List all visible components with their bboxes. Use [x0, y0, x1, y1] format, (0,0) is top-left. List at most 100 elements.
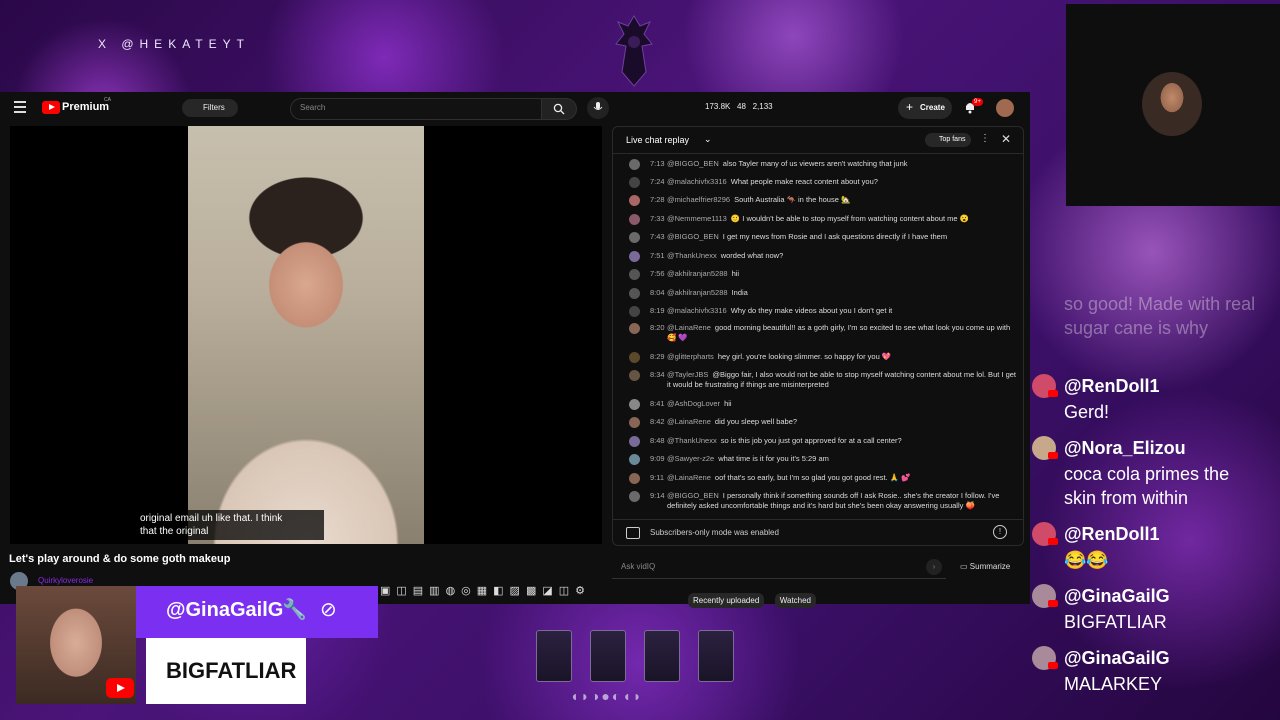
chat-author[interactable]: @malachivfx3316: [667, 306, 727, 315]
stream-chat-username: @GinaGailG: [1064, 648, 1170, 668]
chat-text: what time is it for you it's 5:29 am: [718, 454, 829, 463]
chat-timestamp: 8:04: [650, 288, 665, 297]
stream-chat-username: @RenDoll1: [1064, 376, 1160, 396]
chat-text: worded what now?: [720, 251, 784, 260]
chat-body: @LainaRene good morning beautiful!! as a …: [667, 323, 1017, 343]
alert-username: @GinaGailG: [166, 599, 284, 621]
create-button[interactable]: + Create: [898, 97, 952, 119]
chat-avatar[interactable]: [629, 269, 640, 280]
chat-text: good morning beautiful!! as a goth girly…: [667, 323, 1011, 342]
chat-body: @BIGGO_BEN I personally think if somethin…: [667, 491, 1017, 511]
chevron-down-icon[interactable]: ⌄: [704, 134, 712, 145]
search-button[interactable]: [541, 98, 577, 120]
chat-avatar[interactable]: [629, 159, 640, 170]
chat-body: @michaelfrier8296 South Australia 🦘 in th…: [667, 195, 1017, 205]
chat-author[interactable]: @ThankUnexx: [667, 251, 717, 260]
more-options-icon[interactable]: ⋮: [980, 133, 990, 144]
chat-author[interactable]: @Nemmeme1113: [667, 214, 727, 223]
chat-avatar[interactable]: [629, 370, 640, 381]
chat-title[interactable]: Live chat replay: [626, 135, 689, 145]
stat-views: 2,133: [752, 102, 773, 111]
voice-search-button[interactable]: [587, 97, 609, 119]
chat-author[interactable]: @akhilranjan5288: [667, 288, 728, 297]
stream-chat-message: MALARKEY: [1064, 674, 1163, 694]
chat-author[interactable]: @BIGGO_BEN: [667, 232, 719, 241]
vidiq-stats: 173.8K 48 2,133: [705, 102, 773, 111]
menu-icon[interactable]: [14, 101, 26, 113]
chat-author[interactable]: @TaylerJBS: [667, 370, 708, 379]
chat-timestamp: 8:42: [650, 417, 665, 426]
alert-name-bar: @GinaGailG 🔧 ⊘: [136, 586, 378, 638]
chat-author[interactable]: @BIGGO_BEN: [667, 491, 719, 500]
region-code: CA: [104, 97, 111, 103]
chat-avatar[interactable]: [629, 323, 640, 334]
chat-avatar[interactable]: [629, 352, 640, 363]
send-icon[interactable]: ›: [926, 559, 942, 575]
chat-author[interactable]: @michaelfrier8296: [667, 195, 730, 204]
chat-author[interactable]: @malachivfx3316: [667, 177, 727, 186]
chat-body: @TaylerJBS @Biggo fair, I also would not …: [667, 370, 1017, 390]
chat-author[interactable]: @LainaRene: [667, 417, 711, 426]
chat-avatar[interactable]: [629, 214, 640, 225]
chat-author[interactable]: @AshDogLover: [667, 399, 720, 408]
moon-phases-icon: ◖◗◑●◐◖◗: [570, 688, 644, 704]
chat-body: @glitterpharts hey girl. you're looking s…: [667, 352, 1017, 362]
info-icon[interactable]: !: [993, 525, 1007, 539]
ask-vidiq-input[interactable]: Ask vidIQ ›: [612, 556, 946, 579]
chat-text: South Australia 🦘 in the house 🏡: [734, 195, 851, 204]
summarize-button[interactable]: ▭ Summarize: [960, 562, 1010, 571]
chat-avatar[interactable]: [629, 195, 640, 206]
webcam-frame: [1066, 4, 1280, 206]
extension-toolbar-icons[interactable]: ▣◫▤▥◍◎▦◧▨▩◪◫⚙: [380, 584, 591, 597]
search-input[interactable]: Search: [290, 98, 542, 120]
chat-author[interactable]: @BIGGO_BEN: [667, 159, 719, 168]
chat-text: 🙂 I wouldn't be able to stop myself from…: [730, 214, 970, 223]
tarot-card-tower-icon: [644, 630, 680, 682]
stream-chat-message: BIGFATLIAR: [1064, 612, 1167, 632]
chat-timestamp: 9:09: [650, 454, 665, 463]
chat-avatar[interactable]: [629, 491, 640, 502]
alert-message-box: BIGFATLIAR: [146, 638, 306, 704]
chat-avatar[interactable]: [629, 232, 640, 243]
notification-badge: 9+: [972, 98, 983, 106]
chat-avatar[interactable]: [629, 288, 640, 299]
chat-avatar[interactable]: [629, 177, 640, 188]
youtube-badge-icon: [1048, 452, 1058, 459]
chat-text: hey girl. you're looking slimmer. so hap…: [717, 352, 892, 361]
youtube-badge-icon: [1048, 600, 1058, 607]
chat-avatar[interactable]: [629, 473, 640, 484]
chat-avatar[interactable]: [629, 251, 640, 262]
chat-author[interactable]: @glitterpharts: [667, 352, 714, 361]
chat-body: @malachivfx3316 What people make react co…: [667, 177, 1017, 187]
filters-button[interactable]: Filters: [182, 99, 238, 117]
chat-avatar[interactable]: [629, 417, 640, 428]
chat-avatar[interactable]: [629, 306, 640, 317]
chat-timestamp: 8:34: [650, 370, 665, 379]
chat-timestamp: 7:51: [650, 251, 665, 260]
chat-author[interactable]: @Sawyer-z2e: [667, 454, 714, 463]
video-player[interactable]: original email uh like that. I think tha…: [10, 126, 602, 544]
chat-author[interactable]: @LainaRene: [667, 473, 711, 482]
chat-author[interactable]: @LainaRene: [667, 323, 711, 332]
account-avatar[interactable]: [996, 99, 1014, 117]
chat-body: @ThankUnexx worded what now?: [667, 251, 1017, 261]
close-icon[interactable]: ✕: [1001, 132, 1011, 146]
chat-timestamp: 8:29: [650, 352, 665, 361]
channel-name[interactable]: Quirkyloverosie: [38, 576, 93, 585]
youtube-premium-label[interactable]: Premium: [62, 101, 109, 113]
top-fans-button[interactable]: Top fans: [925, 133, 971, 147]
chat-text: also Tayler many of us viewers aren't wa…: [722, 159, 908, 168]
chat-author[interactable]: @ThankUnexx: [667, 436, 717, 445]
youtube-badge-icon: [1048, 390, 1058, 397]
chip-watched[interactable]: Watched: [774, 593, 817, 608]
filter-chips: Recently uploaded Watched: [688, 590, 822, 608]
summarize-icon: ▭: [960, 562, 968, 571]
youtube-logo-icon[interactable]: [42, 101, 60, 114]
chip-recently-uploaded[interactable]: Recently uploaded: [688, 593, 765, 608]
chat-avatar[interactable]: [629, 454, 640, 465]
chat-avatar[interactable]: [629, 436, 640, 447]
stat-subscribers: 173.8K: [705, 102, 731, 111]
stream-chat-username: @RenDoll1: [1064, 524, 1160, 544]
chat-avatar[interactable]: [629, 399, 640, 410]
chat-author[interactable]: @akhilranjan5288: [667, 269, 728, 278]
